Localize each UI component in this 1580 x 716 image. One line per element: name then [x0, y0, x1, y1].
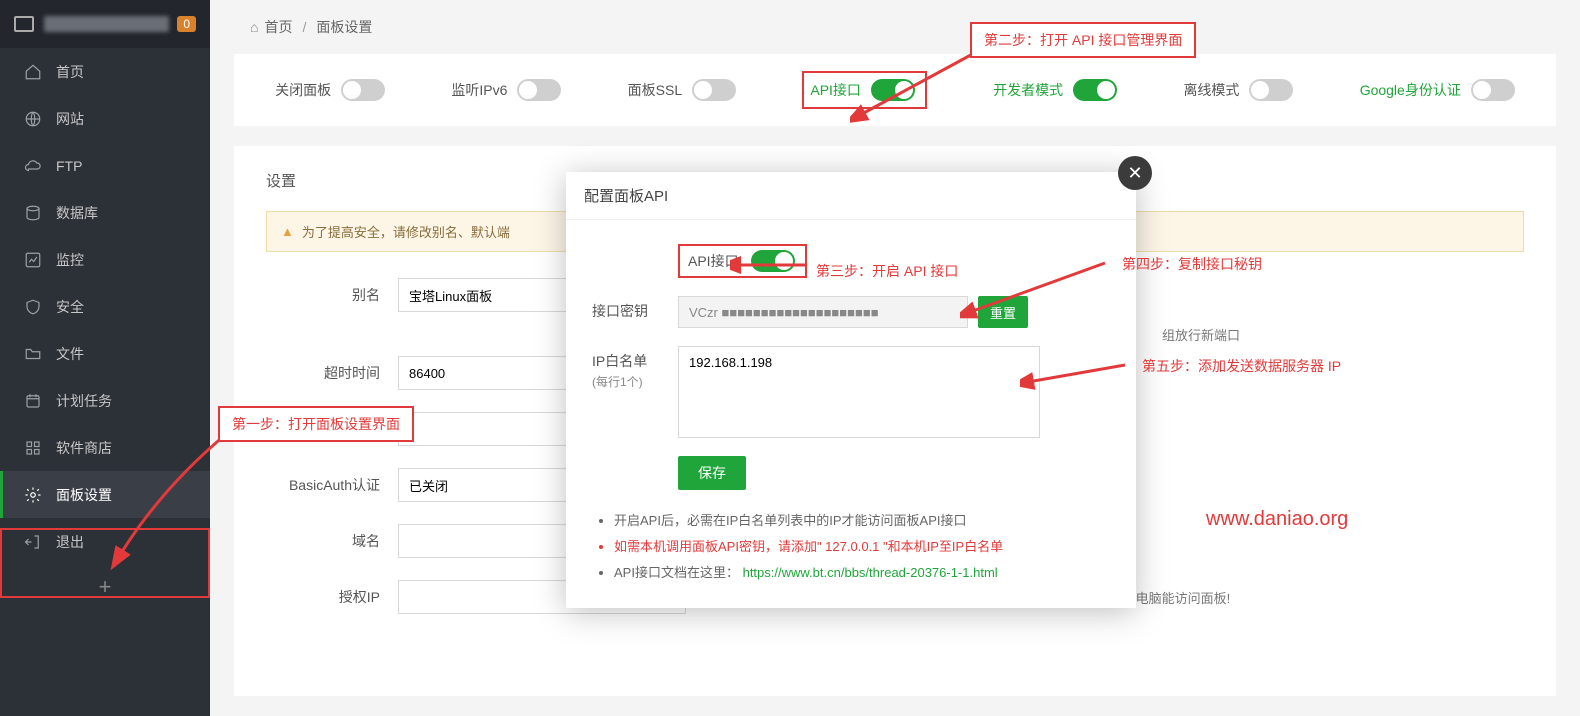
toggle-dev: 开发者模式: [993, 79, 1117, 101]
sidebar-item-label: 安全: [56, 297, 84, 317]
gear-icon: [24, 486, 42, 504]
note-1: 开启API后，必需在IP白名单列表中的IP才能访问面板API接口: [614, 508, 1110, 534]
sidebar-item-db[interactable]: 数据库: [0, 189, 210, 236]
sidebar-item-home[interactable]: 首页: [0, 48, 210, 95]
dialog-close-button[interactable]: ✕: [1118, 156, 1152, 190]
crumb-current: 面板设置: [316, 17, 372, 37]
toggle-offline: 离线模式: [1183, 79, 1293, 101]
anno-step2: 第二步：打开 API 接口管理界面: [970, 22, 1196, 58]
globe-icon: [24, 110, 42, 128]
dialog-title: 配置面板API: [566, 172, 1136, 220]
cloud-icon: [24, 157, 42, 175]
arrow-step1: [100, 430, 230, 570]
shield-icon: [24, 298, 42, 316]
sidebar-item-monitor[interactable]: 监控: [0, 236, 210, 283]
toggle-ssl: 面板SSL: [628, 79, 736, 101]
note-3: API接口文档在这里： https://www.bt.cn/bbs/thread…: [614, 560, 1110, 586]
arrow-step3: [730, 255, 810, 275]
crumb-home[interactable]: 首页: [264, 17, 292, 37]
warning-text: 为了提高安全，请修改别名、默认端: [302, 222, 510, 241]
sidebar-header: 0: [0, 0, 210, 48]
home-icon: ⌂: [250, 19, 258, 35]
toggle-close-panel: 关闭面板: [275, 79, 385, 101]
switch[interactable]: [1471, 79, 1515, 101]
sidebar-item-label: 计划任务: [56, 391, 112, 411]
folder-icon: [24, 345, 42, 363]
monitor-icon: [14, 16, 34, 32]
switch[interactable]: [517, 79, 561, 101]
port-hint[interactable]: 组放行新端口: [1162, 325, 1240, 344]
logout-icon: [24, 533, 42, 551]
toggle-ipv6: 监听IPv6: [451, 79, 561, 101]
ip-whitelist-textarea[interactable]: [678, 346, 1040, 438]
sidebar-item-cron[interactable]: 计划任务: [0, 377, 210, 424]
sidebar-item-label: 首页: [56, 62, 84, 82]
toggle-google: Google身份认证: [1360, 79, 1515, 101]
crumb-sep: /: [302, 19, 306, 35]
arrow-step2: [850, 45, 990, 125]
notify-badge[interactable]: 0: [177, 16, 196, 32]
watermark: www.daniao.org: [1206, 508, 1348, 531]
switch[interactable]: [692, 79, 736, 101]
arrow-step4: [960, 260, 1110, 320]
switch[interactable]: [341, 79, 385, 101]
database-icon: [24, 204, 42, 222]
sidebar-item-site[interactable]: 网站: [0, 95, 210, 142]
anno-step4: 第四步：复制接口秘钥: [1110, 248, 1274, 280]
switch[interactable]: [1073, 79, 1117, 101]
sidebar-item-files[interactable]: 文件: [0, 330, 210, 377]
switch[interactable]: [1249, 79, 1293, 101]
sidebar-item-label: 文件: [56, 344, 84, 364]
dialog-notes: 开启API后，必需在IP白名单列表中的IP才能访问面板API接口 如需本机调用面…: [592, 508, 1110, 586]
dialog-row-save: 保存: [592, 456, 1110, 490]
arrow-step5: [1020, 360, 1130, 390]
sidebar-item-label: 监控: [56, 250, 84, 270]
note-2: 如需本机调用面板API密钥，请添加" 127.0.0.1 "和本机IP至IP白名…: [614, 534, 1110, 560]
grid-icon: [24, 439, 42, 457]
save-button[interactable]: 保存: [678, 456, 746, 490]
api-key-input[interactable]: [678, 296, 968, 328]
server-name-blurred: [44, 16, 169, 32]
chart-icon: [24, 251, 42, 269]
sidebar-item-security[interactable]: 安全: [0, 283, 210, 330]
anno-step5: 第五步：添加发送数据服务器 IP: [1130, 350, 1353, 382]
anno-step3: 第三步：开启 API 接口: [804, 255, 970, 287]
warning-icon: ▲: [281, 224, 294, 239]
api-doc-link[interactable]: https://www.bt.cn/bbs/thread-20376-1-1.h…: [743, 565, 998, 580]
sidebar-item-label: FTP: [56, 158, 82, 174]
anno-step1: 第一步：打开面板设置界面: [218, 406, 414, 442]
sidebar-item-label: 数据库: [56, 203, 98, 223]
calendar-icon: [24, 392, 42, 410]
sidebar-item-label: 网站: [56, 109, 84, 129]
sidebar-add[interactable]: +: [0, 565, 210, 609]
api-config-dialog: ✕ 配置面板API API接口 接口密钥 重置 IP白名单 (每行1个) 保存 …: [566, 172, 1136, 608]
sidebar-item-label: 退出: [56, 532, 84, 552]
home-icon: [24, 63, 42, 81]
sidebar-item-ftp[interactable]: FTP: [0, 142, 210, 189]
sidebar: 0 首页 网站 FTP 数据库 监控 安全 文件 计划任务 软件商店 面板设置: [0, 0, 210, 716]
